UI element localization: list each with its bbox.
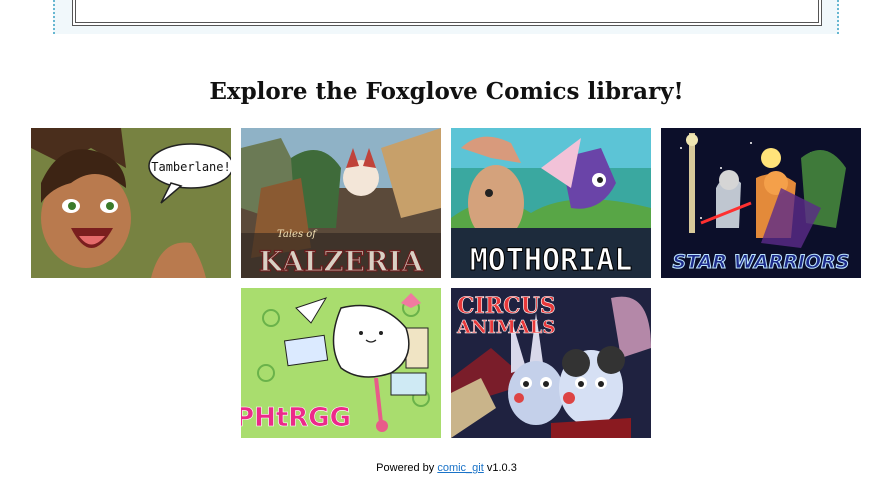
comic-tile-phtrgg[interactable]: PHtRGG <box>241 288 441 438</box>
tamberlane-cover-image: Tamberlane! <box>31 128 231 278</box>
phtrgg-title: PHtRGG <box>241 403 351 433</box>
comic-tile-tamberlane[interactable]: Tamberlane! <box>31 128 231 278</box>
kalzeria-cover-image: Tales of KALZERIA <box>241 128 441 278</box>
tamberlane-speech: Tamberlane! <box>151 160 230 174</box>
library-heading: Explore the Foxglove Comics library! <box>209 78 684 105</box>
mothorial-cover-image: MOTHORIAL <box>451 128 651 278</box>
mothorial-title: MOTHORIAL <box>470 243 633 278</box>
kalzeria-subtitle: Tales of <box>277 229 318 240</box>
comic-tile-kalzeria[interactable]: Tales of KALZERIA <box>241 128 441 278</box>
circus-title-line1: CIRCUS <box>457 293 556 319</box>
comic-tile-circus-animals[interactable]: CIRCUS ANIMALS <box>451 288 651 438</box>
comic-tile-star-warriors[interactable]: STAR WARRIORS <box>661 128 861 278</box>
footer-version: v1.0.3 <box>486 462 517 474</box>
comic-git-link[interactable]: comic_git <box>437 462 483 474</box>
phtrgg-cover-image: PHtRGG <box>241 288 441 438</box>
circus-animals-cover-image: CIRCUS ANIMALS <box>451 288 651 438</box>
top-frame-inner <box>72 0 822 26</box>
star-warriors-title: STAR WARRIORS <box>673 251 850 273</box>
comic-tile-mothorial[interactable]: MOTHORIAL <box>451 128 651 278</box>
kalzeria-title: KALZERIA <box>259 245 425 278</box>
top-frame-decoration <box>53 0 839 34</box>
star-warriors-cover-image: STAR WARRIORS <box>661 128 861 278</box>
footer-prefix: Powered by <box>376 462 435 474</box>
circus-title-line2: ANIMALS <box>456 317 555 338</box>
footer: Powered by comic_git v1.0.3 <box>0 462 893 474</box>
